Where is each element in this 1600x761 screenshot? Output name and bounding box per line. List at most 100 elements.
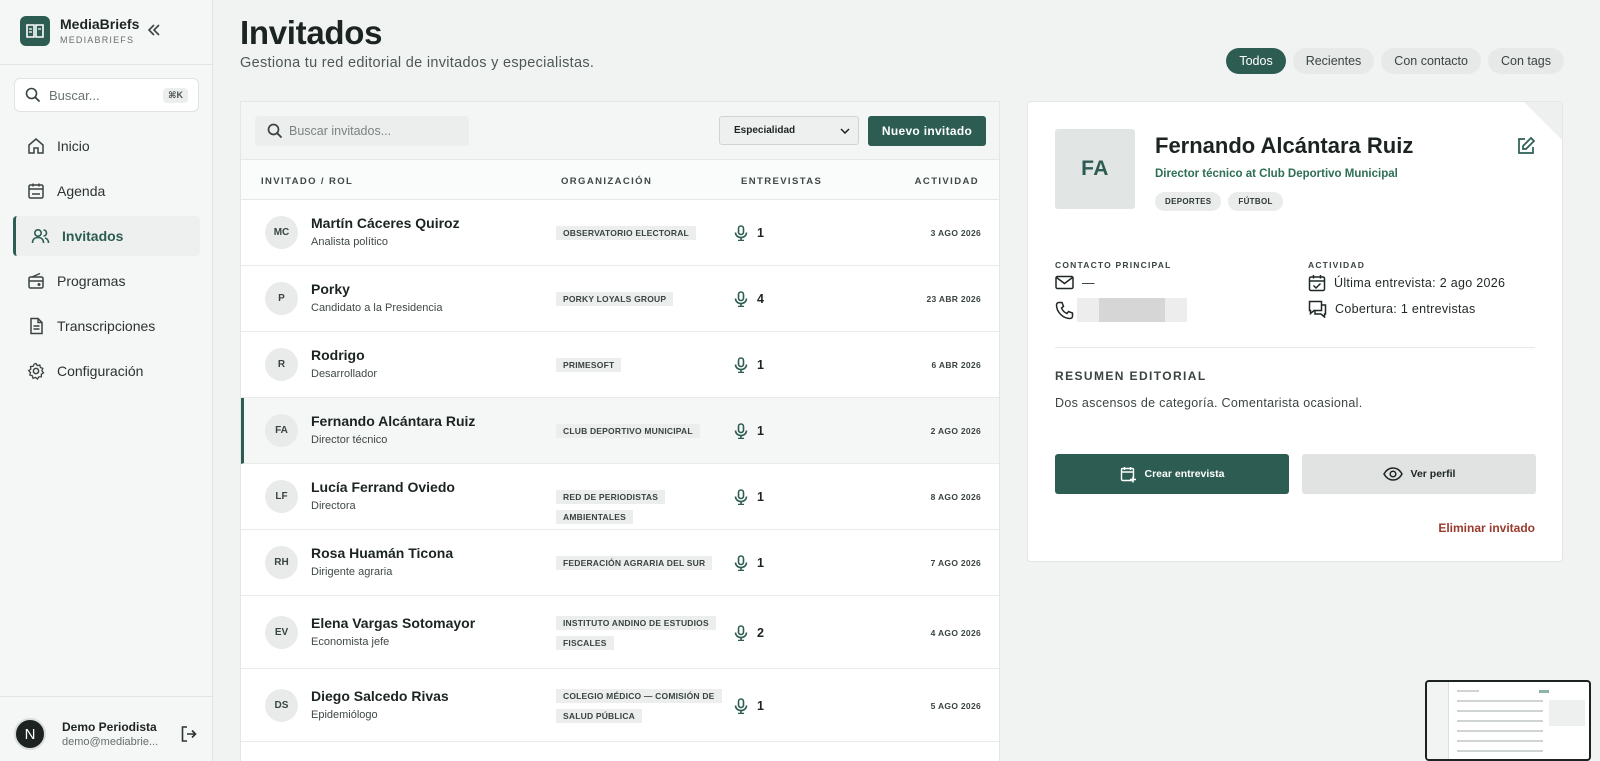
- edit-guest-button[interactable]: [1516, 136, 1536, 156]
- nav-label: Configuración: [57, 363, 144, 379]
- last-interview: Última entrevista: 2 ago 2026: [1308, 274, 1505, 292]
- logout-button[interactable]: [178, 723, 200, 745]
- minimap-detail: [1549, 700, 1585, 726]
- activity-date: 5 AGO 2026: [930, 700, 981, 711]
- user-profile[interactable]: N Demo Periodista demo@mediabrie...: [14, 712, 200, 756]
- minimap-line: [1457, 750, 1543, 752]
- chat-icon: [1308, 300, 1327, 318]
- table-row[interactable]: EV Elena Vargas Sotomayor Economista jefe I…: [241, 596, 999, 669]
- detail-tags: DEPORTES FÚTBOL: [1155, 192, 1290, 211]
- nav-item-agenda[interactable]: Agenda: [13, 171, 200, 211]
- table-row[interactable]: P Porky Candidato a la Presidencia PORKY LO…: [241, 266, 999, 332]
- filter-chip-con-tags[interactable]: Con tags: [1487, 48, 1564, 74]
- brand-name: MediaBriefs: [60, 16, 140, 32]
- nav-item-configuracion[interactable]: Configuración: [13, 351, 200, 391]
- global-search-input[interactable]: Buscar... ⌘K: [14, 78, 199, 112]
- filter-chip-todos[interactable]: Todos: [1226, 48, 1286, 74]
- create-interview-button[interactable]: Crear entrevista: [1055, 454, 1289, 494]
- microphone-icon: [734, 357, 748, 373]
- users-icon: [31, 228, 50, 244]
- summary-section-label: RESUMEN EDITORIAL: [1055, 369, 1207, 383]
- radio-icon: [28, 272, 44, 289]
- search-placeholder: Buscar...: [49, 87, 100, 103]
- activity-date: 7 AGO 2026: [930, 558, 981, 568]
- main-nav: Inicio Agenda Invitados Programas Transc…: [13, 126, 200, 396]
- activity-section-label: ACTIVIDAD: [1308, 260, 1366, 270]
- minimap-sidebar: [1427, 682, 1449, 759]
- nav-item-transcripciones[interactable]: Transcripciones: [13, 306, 200, 346]
- table-row[interactable]: LF Lucía Ferrand Oviedo Directora RED DE PE…: [241, 464, 999, 530]
- guest-name: Rosa Huamán Ticona: [311, 545, 454, 561]
- sidebar-divider: [0, 696, 212, 697]
- guest-name: Porky: [311, 281, 350, 297]
- phone-redacted-mask: [1077, 298, 1187, 322]
- brand[interactable]: MediaBriefs MEDIABRIEFS: [20, 16, 139, 46]
- detail-avatar: FA: [1055, 129, 1135, 209]
- calendar-icon: [28, 183, 44, 199]
- filter-chips: Todos Recientes Con contacto Con tags: [1219, 48, 1564, 74]
- organization-text: RED DE PERIODISTAS AMBIENTALES: [556, 490, 666, 524]
- collapse-sidebar-button[interactable]: [144, 20, 164, 40]
- minimap-line: [1457, 730, 1543, 732]
- organization-badge: PORKY LOYALS GROUP: [556, 289, 721, 309]
- book-logo-icon: [20, 16, 50, 46]
- search-icon: [267, 123, 283, 139]
- minimap-line: [1457, 710, 1543, 712]
- interview-count: 4: [757, 292, 764, 306]
- avatar: R: [265, 348, 298, 381]
- avatar: P: [265, 282, 298, 315]
- organization-badge: INSTITUTO ANDINO DE ESTUDIOS FISCALES: [556, 613, 721, 653]
- guest-name: Lucía Ferrand Oviedo: [311, 479, 455, 495]
- column-header-activity[interactable]: ACTIVIDAD: [915, 176, 979, 187]
- delete-guest-link[interactable]: Eliminar invitado: [1438, 521, 1535, 535]
- avatar: FA: [265, 414, 298, 447]
- nav-item-programas[interactable]: Programas: [13, 261, 200, 301]
- interview-count: 1: [757, 226, 764, 240]
- organization-text: COLEGIO MÉDICO — COMISIÓN DE SALUD PÚBLI…: [556, 688, 722, 723]
- minimap-line: [1457, 740, 1543, 742]
- user-email: demo@mediabrie...: [62, 736, 159, 748]
- avatar: MC: [265, 216, 298, 249]
- contact-phone: [1055, 298, 1187, 322]
- avatar: RH: [265, 546, 298, 579]
- avatar: LF: [265, 480, 298, 513]
- table-row[interactable]: MC Martín Cáceres Quiroz Analista político…: [241, 200, 999, 266]
- guest-role: Economista jefe: [311, 635, 390, 648]
- detail-role: Director técnico at Club Deportivo Munic…: [1155, 168, 1398, 180]
- phone-icon: [1055, 301, 1074, 319]
- filter-chip-con-contacto[interactable]: Con contacto: [1381, 48, 1481, 74]
- coverage-text: Cobertura: 1 entrevistas: [1335, 302, 1476, 316]
- column-header-guest[interactable]: INVITADO / ROL: [261, 176, 353, 187]
- guest-search-input[interactable]: Buscar invitados...: [255, 116, 469, 146]
- organization-badge: COLEGIO MÉDICO — COMISIÓN DE SALUD PÚBLI…: [556, 686, 722, 726]
- home-icon: [28, 138, 44, 154]
- new-guest-button[interactable]: Nuevo invitado: [868, 116, 986, 146]
- calendar-add-icon: [1120, 466, 1136, 482]
- interview-count: 1: [757, 556, 764, 570]
- avatar: EV: [265, 615, 298, 649]
- table-row[interactable]: FA Fernando Alcántara Ruiz Director técnic…: [241, 398, 999, 464]
- list-toolbar: Buscar invitados... Especialidad Nuevo i…: [241, 102, 999, 160]
- column-header-org[interactable]: ORGANIZACIÓN: [561, 176, 652, 187]
- brand-subtitle: MEDIABRIEFS: [60, 35, 135, 45]
- activity-date: 4 AGO 2026: [930, 627, 981, 638]
- specialty-select-value: Especialidad: [734, 125, 796, 136]
- minimap-preview[interactable]: [1425, 680, 1591, 761]
- filter-chip-recientes[interactable]: Recientes: [1292, 48, 1375, 74]
- interview-count: 2: [757, 625, 764, 640]
- table-row[interactable]: R Rodrigo Desarrollador PRIMESOFT 1 6 ABR 202…: [241, 332, 999, 398]
- logout-icon: [181, 726, 197, 742]
- column-header-interviews[interactable]: ENTREVISTAS: [741, 176, 822, 187]
- guest-name: Martín Cáceres Quiroz: [311, 215, 460, 231]
- view-profile-label: Ver perfil: [1410, 468, 1456, 480]
- table-row[interactable]: RH Rosa Huamán Ticona Dirigente agraria FED…: [241, 530, 999, 596]
- nav-item-inicio[interactable]: Inicio: [13, 126, 200, 166]
- specialty-select[interactable]: Especialidad: [719, 116, 859, 145]
- activity-date: 23 ABR 2026: [926, 294, 981, 304]
- nav-item-invitados[interactable]: Invitados: [13, 216, 200, 256]
- tag-badge: DEPORTES: [1155, 192, 1222, 211]
- nav-label: Invitados: [62, 228, 124, 244]
- view-profile-button[interactable]: Ver perfil: [1302, 454, 1536, 494]
- table-row[interactable]: DS Diego Salcedo Rivas Epidemiólogo COLEGIO…: [241, 669, 999, 742]
- eye-icon: [1382, 467, 1403, 481]
